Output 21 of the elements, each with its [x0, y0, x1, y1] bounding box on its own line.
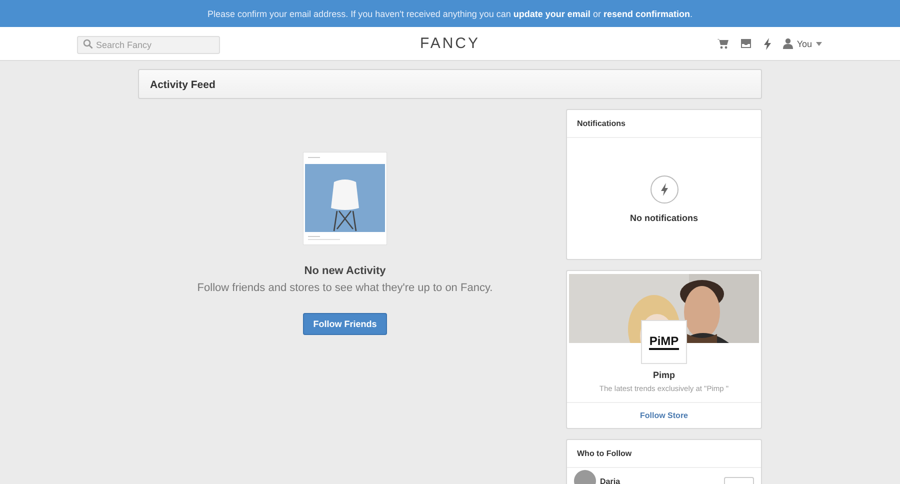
lightning-icon[interactable] — [762, 38, 772, 50]
empty-state-message: Follow friends and stores to see what they're up to on Fancy. — [197, 282, 493, 294]
inbox-icon[interactable] — [740, 38, 752, 49]
panel-title: Who to Follow — [567, 440, 761, 468]
lightning-icon — [650, 174, 678, 204]
cart-icon[interactable] — [716, 38, 729, 49]
empty-notifications-text: No notifications — [630, 212, 698, 222]
store-name: Pimp — [652, 370, 675, 380]
person-name[interactable]: Daria — [600, 476, 720, 484]
store-logo: PiMP — [641, 320, 687, 364]
caret-icon — [816, 42, 822, 46]
follow-store-button[interactable]: Follow Store — [567, 402, 761, 428]
confirmation-message: Please confirm your email address. If you haven't received anything you can update your email or resend confirmation. — [208, 8, 692, 18]
search-field[interactable]: Search Fancy — [77, 36, 220, 54]
panel-title: Notifications — [567, 110, 761, 138]
person-icon — [782, 38, 793, 49]
user-menu[interactable]: You — [782, 38, 822, 49]
empty-state-title: No new Activity — [304, 265, 386, 277]
site-logo[interactable]: FANCY — [420, 35, 480, 52]
follow-friends-button[interactable]: Follow Friends — [303, 313, 387, 335]
page-title: Activity Feed — [138, 69, 762, 99]
